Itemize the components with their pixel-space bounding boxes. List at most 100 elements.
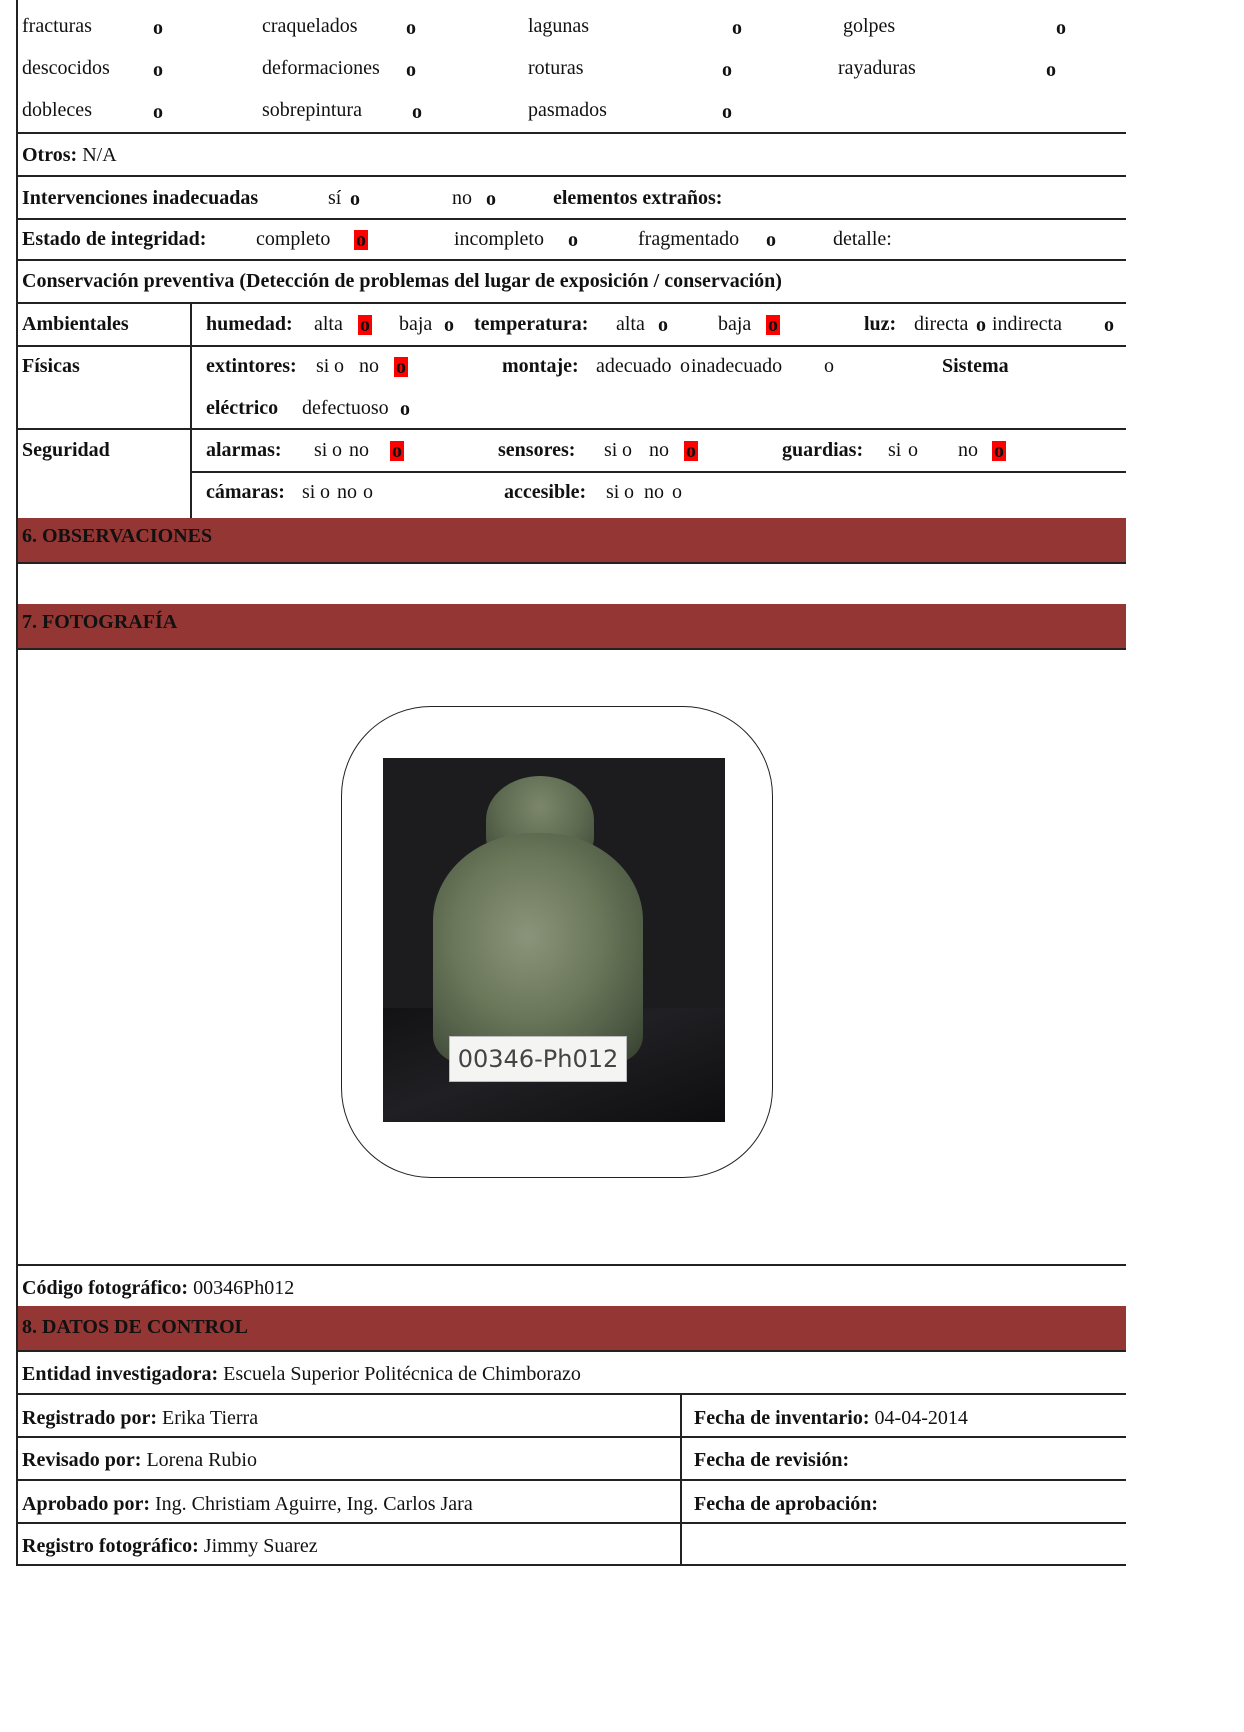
- stone-axe: [433, 833, 643, 1063]
- temperatura-alta: alta: [616, 313, 645, 335]
- check-lagunas[interactable]: o: [732, 18, 742, 38]
- alarmas-check-si[interactable]: o: [332, 440, 342, 460]
- montaje-inadecuado: inadecuado: [691, 355, 783, 377]
- divider: [16, 175, 1126, 177]
- check-sensores-no-marked[interactable]: o: [684, 441, 698, 461]
- divider: [16, 428, 1126, 430]
- check-temperatura-alta[interactable]: o: [658, 315, 668, 335]
- check-pasmados[interactable]: o: [722, 102, 732, 122]
- check-luz-directa[interactable]: o: [976, 315, 986, 335]
- accesible-check-no[interactable]: o: [672, 482, 682, 502]
- check-descocidos[interactable]: o: [153, 60, 163, 80]
- integridad-detalle: detalle:: [833, 228, 892, 250]
- damage-deformaciones: deformaciones: [262, 57, 380, 79]
- check-completo-marked[interactable]: o: [354, 230, 368, 250]
- registro-foto-label: Registro fotográfico:: [22, 1535, 199, 1557]
- integridad-fragmentado: fragmentado: [638, 228, 740, 250]
- divider: [16, 1479, 1126, 1481]
- check-incompleto[interactable]: o: [568, 230, 578, 250]
- guardias-si: si: [888, 439, 902, 461]
- elementos-extranos-label: elementos extraños:: [553, 187, 723, 209]
- seguridad-label: Seguridad: [22, 439, 110, 461]
- montaje-check-adecuado[interactable]: o: [680, 356, 690, 376]
- montaje-adecuado: adecuado: [596, 355, 672, 377]
- camaras-check-si[interactable]: o: [320, 482, 330, 502]
- luz-label: luz:: [864, 313, 897, 335]
- check-defectuoso[interactable]: o: [400, 399, 410, 419]
- camaras-label: cámaras:: [206, 481, 285, 503]
- humedad-label: humedad:: [206, 313, 293, 335]
- aprobado-value: Ing. Christiam Aguirre, Ing. Carlos Jara: [155, 1493, 473, 1515]
- damage-pasmados: pasmados: [528, 99, 607, 121]
- divider: [16, 648, 1126, 650]
- check-deformaciones[interactable]: o: [406, 60, 416, 80]
- entidad-value: Escuela Superior Politécnica de Chimbora…: [223, 1363, 581, 1385]
- temperatura-baja: baja: [718, 313, 752, 335]
- sensores-check-si[interactable]: o: [622, 440, 632, 460]
- damage-sobrepintura: sobrepintura: [262, 99, 362, 121]
- temperatura-label: temperatura:: [474, 313, 589, 335]
- check-dobleces[interactable]: o: [153, 102, 163, 122]
- check-intervenciones-si[interactable]: o: [350, 189, 360, 209]
- divider: [16, 345, 1126, 347]
- extintores-check-si[interactable]: o: [334, 356, 344, 376]
- registro-foto-row: Registro fotográfico: Jimmy Suarez: [22, 1536, 318, 1556]
- guardias-label: guardias:: [782, 439, 864, 461]
- revisado-row: Revisado por: Lorena Rubio: [22, 1450, 257, 1470]
- sensores-label: sensores:: [498, 439, 576, 461]
- check-temperatura-baja-marked[interactable]: o: [766, 315, 780, 335]
- check-roturas[interactable]: o: [722, 60, 732, 80]
- intervenciones-no: no: [452, 187, 472, 209]
- check-extintores-no-marked[interactable]: o: [394, 357, 408, 377]
- accesible-check-si[interactable]: o: [624, 482, 634, 502]
- check-humedad-alta-marked[interactable]: o: [358, 315, 372, 335]
- sensores-si: si: [604, 439, 618, 461]
- divider: [16, 1436, 1126, 1438]
- section-band-datos-control: 8. DATOS DE CONTROL: [16, 1306, 1126, 1350]
- guardias-check-si[interactable]: o: [908, 440, 918, 460]
- intervenciones-si: sí: [328, 187, 342, 209]
- extintores-si: si: [316, 355, 330, 377]
- codigo-row: Código fotográfico: 00346Ph012: [22, 1278, 294, 1298]
- check-humedad-baja[interactable]: o: [444, 315, 454, 335]
- montaje-check-inadecuado[interactable]: o: [824, 356, 834, 376]
- divider: [16, 562, 1126, 564]
- inventory-form: fracturas o craquelados o lagunas o golp…: [16, 0, 1126, 1714]
- revisado-label: Revisado por:: [22, 1449, 142, 1471]
- fecha-inventario-row: Fecha de inventario: 04-04-2014: [694, 1408, 968, 1428]
- fecha-inventario-value: 04-04-2014: [874, 1407, 968, 1429]
- integridad-label: Estado de integridad:: [22, 228, 207, 250]
- divider: [16, 132, 1126, 134]
- registrado-value: Erika Tierra: [161, 1407, 259, 1429]
- divider: [16, 1264, 1126, 1266]
- divider: [16, 218, 1126, 220]
- check-craquelados[interactable]: o: [406, 18, 416, 38]
- section-title-observaciones: 6. OBSERVACIONES: [22, 525, 213, 547]
- check-fragmentado[interactable]: o: [766, 230, 776, 250]
- check-fracturas[interactable]: o: [153, 18, 163, 38]
- check-alarmas-no-marked[interactable]: o: [390, 441, 404, 461]
- section-title-fotografia: 7. FOTOGRAFÍA: [22, 611, 178, 633]
- registro-foto-value: Jimmy Suarez: [203, 1535, 318, 1557]
- check-intervenciones-no[interactable]: o: [486, 189, 496, 209]
- alarmas-label: alarmas:: [206, 439, 282, 461]
- divider: [16, 1564, 1126, 1566]
- otros-label: Otros:: [22, 144, 78, 166]
- column-divider: [190, 302, 192, 518]
- electrico-defectuoso: defectuoso: [302, 397, 389, 419]
- damage-craquelados: craquelados: [262, 15, 358, 37]
- check-golpes[interactable]: o: [1056, 18, 1066, 38]
- humedad-baja: baja: [399, 313, 433, 335]
- check-luz-indirecta[interactable]: o: [1104, 315, 1114, 335]
- integridad-incompleto: incompleto: [454, 228, 544, 250]
- check-sobrepintura[interactable]: o: [412, 102, 422, 122]
- camaras-check-no[interactable]: o: [363, 482, 373, 502]
- conservacion-title: Conservación preventiva (Detección de pr…: [22, 270, 782, 292]
- damage-rayaduras: rayaduras: [838, 57, 916, 79]
- damage-fracturas: fracturas: [22, 15, 92, 37]
- check-rayaduras[interactable]: o: [1046, 60, 1056, 80]
- check-guardias-no-marked[interactable]: o: [992, 441, 1006, 461]
- camaras-si: si: [302, 481, 316, 503]
- registrado-row: Registrado por: Erika Tierra: [22, 1408, 258, 1428]
- damage-golpes: golpes: [843, 15, 896, 37]
